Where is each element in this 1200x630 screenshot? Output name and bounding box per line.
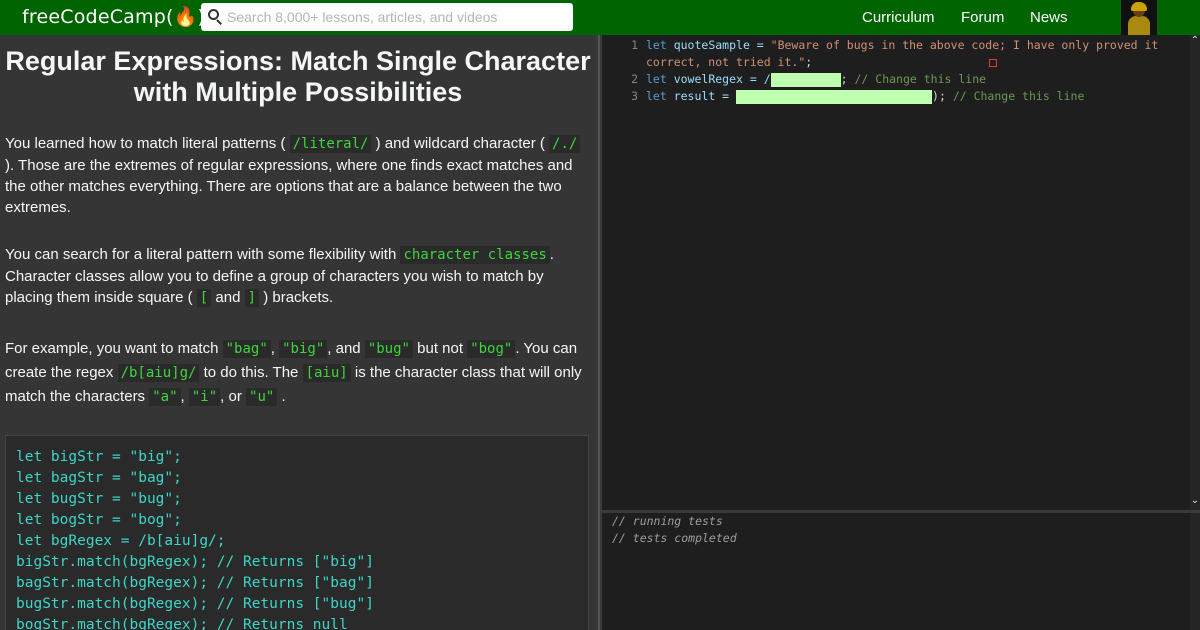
search-input[interactable] xyxy=(227,4,557,30)
line-number: 3 xyxy=(631,89,638,103)
chevron-up-icon[interactable]: ⌃ xyxy=(1190,35,1200,46)
challenge-description-pane: Regular Expressions: Match Single Charac… xyxy=(0,35,596,630)
editor-line-1-wrap[interactable]: correct, not tried it."; xyxy=(646,55,812,69)
code-line: bigStr.match(bgRegex); // Returns ["big"… xyxy=(16,554,374,570)
code-line: let bogStr = "bog"; xyxy=(16,512,182,528)
inline-code: character classes xyxy=(400,246,550,264)
inline-code: "bug" xyxy=(364,340,413,358)
code-line: bagStr.match(bgRegex); // Returns ["bag"… xyxy=(16,575,374,591)
inline-code: /b[aiu]g/ xyxy=(117,364,200,382)
inline-code: /./ xyxy=(549,135,581,153)
nav-link-curriculum[interactable]: Curriculum xyxy=(862,9,935,26)
inline-code: "a" xyxy=(149,388,181,406)
avatar[interactable] xyxy=(1121,0,1157,35)
description-paragraph-1: You learned how to match literal pattern… xyxy=(5,133,590,218)
console-line: // running tests xyxy=(612,514,723,528)
line-number: 2 xyxy=(631,72,638,86)
inline-code: "bog" xyxy=(467,340,516,358)
search-icon xyxy=(201,3,227,31)
inline-code: "big" xyxy=(279,340,328,358)
description-paragraph-2: You can search for a literal pattern wit… xyxy=(5,246,554,307)
code-line: let bgRegex = /b[aiu]g/; xyxy=(16,533,226,549)
editor-line-3[interactable]: let result = ); // Change this line xyxy=(646,89,1084,104)
nav-link-news[interactable]: News xyxy=(1030,9,1068,26)
fcc-logo[interactable]: freeCodeCamp(🔥) xyxy=(22,5,205,28)
editor-line-1[interactable]: let quoteSample = "Beware of bugs in the… xyxy=(646,38,1158,52)
code-line: let bagStr = "bag"; xyxy=(16,470,182,486)
line-number: 1 xyxy=(631,38,638,52)
redacted-highlight xyxy=(770,72,841,87)
inline-code: [ xyxy=(196,289,212,307)
inline-code: "bag" xyxy=(222,340,271,358)
search-bar[interactable] xyxy=(201,3,573,31)
editor-scrollbar[interactable] xyxy=(1190,35,1200,510)
description-paragraph-3: For example, you want to match "bag", "b… xyxy=(5,340,582,406)
code-line: bugStr.match(bgRegex); // Returns ["bug"… xyxy=(16,596,374,612)
nav-link-forum[interactable]: Forum xyxy=(961,9,1004,26)
code-line: let bugStr = "bug"; xyxy=(16,491,182,507)
code-line: let bigStr = "big"; xyxy=(16,449,182,465)
inline-code: /literal/ xyxy=(289,135,372,153)
challenge-title: Regular Expressions: Match Single Charac… xyxy=(5,46,591,107)
code-line: bogStr.match(bgRegex); // Returns null xyxy=(16,617,348,630)
chevron-down-icon[interactable]: ⌄ xyxy=(1190,495,1200,506)
inline-code: ] xyxy=(244,289,260,307)
example-code-block: let bigStr = "big"; let bagStr = "bag"; … xyxy=(5,435,589,630)
code-editor[interactable]: 1 let quoteSample = "Beware of bugs in t… xyxy=(602,35,1200,510)
redacted-highlight xyxy=(736,89,933,104)
console-line: // tests completed xyxy=(612,531,737,545)
inline-code: "u" xyxy=(246,388,278,406)
navbar: freeCodeCamp(🔥) Curriculum Forum News xyxy=(0,0,1200,35)
inline-code: "i" xyxy=(188,388,221,406)
editor-line-2[interactable]: let vowelRegex = /; // Change this line xyxy=(646,72,986,87)
console-scrollbar[interactable] xyxy=(1190,513,1200,630)
cursor-marker xyxy=(989,59,997,67)
inline-code: [aiu] xyxy=(302,364,351,382)
test-console: // running tests // tests completed xyxy=(602,513,1200,630)
